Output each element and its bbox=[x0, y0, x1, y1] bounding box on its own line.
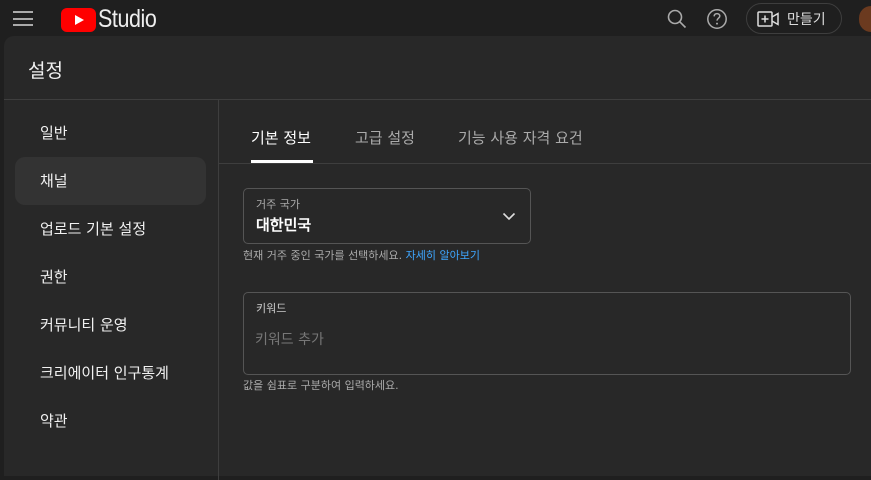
tabs-divider bbox=[219, 163, 871, 164]
create-video-icon bbox=[757, 10, 779, 27]
logo-text: Studio bbox=[98, 5, 157, 33]
header-divider bbox=[4, 99, 871, 100]
create-button[interactable]: 만들기 bbox=[746, 3, 842, 34]
sidebar-item-community[interactable]: 커뮤니티 운영 bbox=[15, 301, 206, 349]
sidebar-item-permissions[interactable]: 권한 bbox=[15, 253, 206, 301]
keywords-help-text: 값을 쉼표로 구분하여 입력하세요. bbox=[243, 379, 399, 392]
keywords-field[interactable]: 키워드 bbox=[243, 292, 851, 375]
country-label: 거주 국가 bbox=[256, 198, 300, 211]
country-help: 현재 거주 중인 국가를 선택하세요. bbox=[243, 249, 403, 262]
country-select[interactable]: 거주 국가 대한민국 bbox=[243, 188, 531, 244]
dialog-title: 설정 bbox=[28, 60, 63, 82]
studio-logo[interactable]: Studio bbox=[61, 5, 166, 34]
settings-dialog: 설정 일반 채널 업로드 기본 설정 권한 커뮤니티 운영 크리에이터 인구통계… bbox=[4, 36, 871, 480]
learn-more-link[interactable]: 자세히 알아보기 bbox=[406, 249, 480, 262]
avatar[interactable] bbox=[859, 6, 871, 32]
tab-advanced-settings[interactable]: 고급 설정 bbox=[355, 127, 415, 148]
sidebar-item-channel[interactable]: 채널 bbox=[15, 157, 206, 205]
sidebar-item-terms[interactable]: 약관 bbox=[15, 397, 206, 445]
sidebar-divider bbox=[218, 100, 219, 480]
keywords-label: 키워드 bbox=[256, 302, 287, 315]
top-bar: Studio 만들기 bbox=[0, 0, 871, 36]
tab-basic-info[interactable]: 기본 정보 bbox=[251, 127, 311, 148]
sidebar-item-general[interactable]: 일반 bbox=[15, 109, 206, 157]
country-help-text: 현재 거주 중인 국가를 선택하세요. 자세히 알아보기 bbox=[243, 247, 480, 263]
search-icon[interactable] bbox=[666, 8, 688, 30]
create-button-label: 만들기 bbox=[787, 11, 826, 28]
sidebar-item-upload-defaults[interactable]: 업로드 기본 설정 bbox=[15, 205, 206, 253]
youtube-logo-icon bbox=[61, 7, 96, 32]
help-icon[interactable] bbox=[706, 8, 728, 30]
keywords-input[interactable] bbox=[255, 328, 835, 352]
country-value: 대한민국 bbox=[256, 216, 312, 234]
menu-icon[interactable] bbox=[13, 11, 33, 26]
sidebar-item-creator-demographics[interactable]: 크리에이터 인구통계 bbox=[15, 349, 206, 397]
tab-feature-eligibility[interactable]: 기능 사용 자격 요건 bbox=[458, 127, 583, 148]
chevron-down-icon bbox=[502, 212, 516, 221]
